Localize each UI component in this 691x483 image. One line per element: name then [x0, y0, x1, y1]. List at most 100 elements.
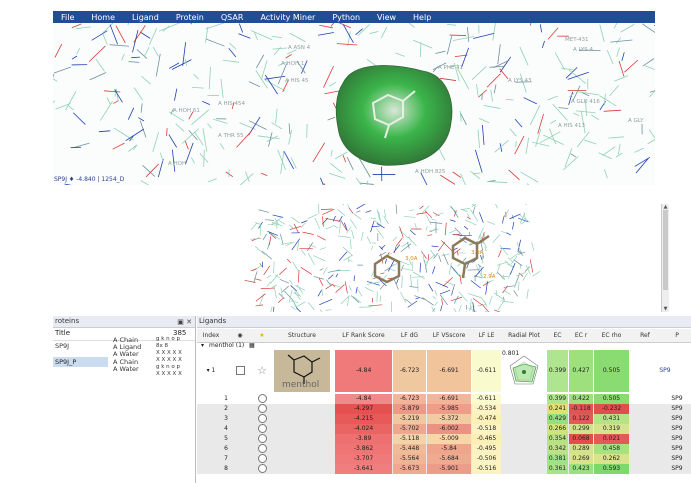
- ligands-panel-title: Ligands: [199, 317, 227, 325]
- table-row[interactable]: 4 -4.024 -5.702 -6.002 -0.518 0.266 0.299 0.319…: [197, 424, 691, 434]
- residue-label: A HIS 413: [558, 123, 586, 129]
- menu-item-protein[interactable]: Protein: [168, 13, 213, 22]
- residue-label: MET-431: [565, 37, 589, 43]
- residue-label: A HIS 454: [218, 101, 246, 107]
- table-row[interactable]: 5 -3.89 -5.118 -5.009 -0.465 0.354 0.068 0.021 S…: [197, 434, 691, 444]
- protein-item-selected[interactable]: SP9J_P: [53, 357, 108, 367]
- column-header[interactable]: EC r: [569, 329, 593, 342]
- le-cell: -0.465: [472, 434, 501, 444]
- row-radio[interactable]: [256, 424, 268, 434]
- proteins-panel-title: roteins: [55, 317, 80, 325]
- le-cell: -0.516: [472, 464, 501, 474]
- row-radio[interactable]: [256, 454, 268, 464]
- column-header[interactable]: P: [667, 329, 687, 342]
- scroll-down-icon[interactable]: ▼: [662, 306, 669, 312]
- ec-r-cell: 0.269: [569, 454, 593, 464]
- row-checkbox[interactable]: [233, 350, 247, 392]
- dg-cell: -6.723: [393, 394, 426, 404]
- row-radio[interactable]: [256, 404, 268, 414]
- row-radio[interactable]: [256, 434, 268, 444]
- viewport-scrollbar[interactable]: ▲ ▼: [661, 204, 669, 312]
- column-header[interactable]: LF LE: [472, 329, 501, 342]
- column-header[interactable]: Structure: [274, 329, 330, 342]
- distance-label: 3.1A: [471, 250, 484, 256]
- menu-item-file[interactable]: File: [53, 13, 83, 22]
- row-radio[interactable]: [256, 464, 268, 474]
- rank-score-cell: -3.641: [335, 464, 392, 474]
- vscore-cell: -5.684: [427, 454, 471, 464]
- column-header[interactable]: Ref: [635, 329, 655, 342]
- ec-rho-cell: 0.458: [594, 444, 629, 454]
- ec-rho-cell: 0.431: [594, 414, 629, 424]
- ref-cell: SP9: [671, 405, 683, 412]
- expand-icon[interactable]: ▾: [201, 342, 204, 349]
- 3d-viewport-bottom[interactable]: 3.0A 3.1A 2.9A: [53, 204, 661, 312]
- ref-cell: SP9: [671, 425, 683, 432]
- menu-item-activity-miner[interactable]: Activity Miner: [252, 13, 324, 22]
- menu-item-view[interactable]: View: [369, 13, 405, 22]
- table-row[interactable]: 1 -4.84 -6.723 -6.691 -0.611 0.399 0.422 0.505 S…: [197, 394, 691, 404]
- table-row[interactable]: 3 -4.215 -5.219 -5.372 -0.474 0.429 0.122 0.431…: [197, 414, 691, 424]
- ref-cell: SP9: [659, 367, 671, 374]
- ec-cell: 0.361: [547, 464, 568, 474]
- residue-label: A THR 55: [218, 133, 244, 139]
- ec-rho-cell: 0.505: [594, 394, 629, 404]
- ec-rho-cell: 0.593: [594, 464, 629, 474]
- float-icon[interactable]: ▣: [177, 318, 184, 326]
- structure-thumbnail[interactable]: menthol: [274, 350, 330, 392]
- water-item[interactable]: A Water: [113, 365, 139, 373]
- dg-cell: -5.118: [393, 434, 426, 444]
- table-row[interactable]: 6 -3.862 -5.448 -5.84 -0.495 0.342 0.289 0.458 S…: [197, 444, 691, 454]
- radial-value: 0.801: [502, 350, 520, 357]
- column-header[interactable]: LF dG: [393, 329, 426, 342]
- menu-item-home[interactable]: Home: [83, 13, 124, 22]
- residue-label: A PHE 41: [438, 65, 464, 71]
- menu-item-python[interactable]: Python: [324, 13, 369, 22]
- table-icon[interactable]: ▦: [249, 342, 255, 349]
- ec-r-cell: -0.118: [569, 404, 593, 414]
- table-row[interactable]: 2 -4.297 -5.879 -5.985 -0.534 0.241 -0.118 -0.2…: [197, 404, 691, 414]
- 3d-viewport-top[interactable]: A ASN 4 A HOH 1 A HIS 45 A HIS 454 A THR 55 A…: [53, 23, 655, 185]
- star-icon[interactable]: ☆: [255, 350, 269, 392]
- row-radio[interactable]: [256, 394, 268, 404]
- column-title[interactable]: Title: [55, 329, 70, 337]
- ec-rho-cell: 0.021: [594, 434, 629, 444]
- ec-cell: 0.429: [547, 414, 568, 424]
- le-cell: -0.534: [472, 404, 501, 414]
- menu-item-qsar[interactable]: QSAR: [213, 13, 253, 22]
- ref-cell: SP9: [671, 435, 683, 442]
- dg-cell: -5.879: [393, 404, 426, 414]
- menu-item-help[interactable]: Help: [405, 13, 440, 22]
- close-icon[interactable]: ✕: [186, 318, 192, 326]
- row-expander[interactable]: ▾ 1: [199, 350, 223, 392]
- le-cell: -0.495: [472, 444, 501, 454]
- scroll-thumb[interactable]: [663, 210, 668, 290]
- star-icon[interactable]: ★: [255, 329, 269, 342]
- row-radio[interactable]: [256, 444, 268, 454]
- column-header[interactable]: LF Rank Score: [335, 329, 392, 342]
- protein-item[interactable]: SP9J: [55, 342, 69, 350]
- visibility-icon[interactable]: ◉: [233, 329, 247, 342]
- dg-cell: -5.219: [393, 414, 426, 424]
- group-row[interactable]: ▾ menthol (1) ▦: [197, 342, 691, 350]
- ligands-panel-header: Ligands: [197, 316, 691, 328]
- column-header[interactable]: Index: [199, 329, 223, 342]
- column-header[interactable]: EC: [547, 329, 568, 342]
- vscore-cell: -5.372: [427, 414, 471, 424]
- ec-cell: 0.399: [547, 394, 568, 404]
- main-ligand-row[interactable]: ▾ 1 ☆ menthol -4.84 -6.723 -6.691 -0.611…: [197, 350, 691, 392]
- menu-item-ligand[interactable]: Ligand: [124, 13, 168, 22]
- sequence-line: g k n o p: [156, 336, 181, 342]
- rank-score-cell: -3.862: [335, 444, 392, 454]
- table-row[interactable]: 8 -3.641 -5.673 -5.901 -0.516 0.361 0.423 0.593…: [197, 464, 691, 474]
- row-radio[interactable]: [256, 414, 268, 424]
- le-cell: -0.611: [472, 350, 501, 392]
- column-header[interactable]: Radial Plot: [502, 329, 546, 342]
- table-row[interactable]: 7 -3.707 -5.564 -5.684 -0.506 0.381 0.269 0.262…: [197, 454, 691, 464]
- vscore-cell: -6.002: [427, 424, 471, 434]
- column-header[interactable]: LF VSscore: [427, 329, 471, 342]
- radial-plot[interactable]: 0.801: [502, 350, 546, 392]
- water-item[interactable]: A Water: [113, 350, 139, 358]
- column-header[interactable]: EC rho: [594, 329, 629, 342]
- dg-cell: -6.723: [393, 350, 426, 392]
